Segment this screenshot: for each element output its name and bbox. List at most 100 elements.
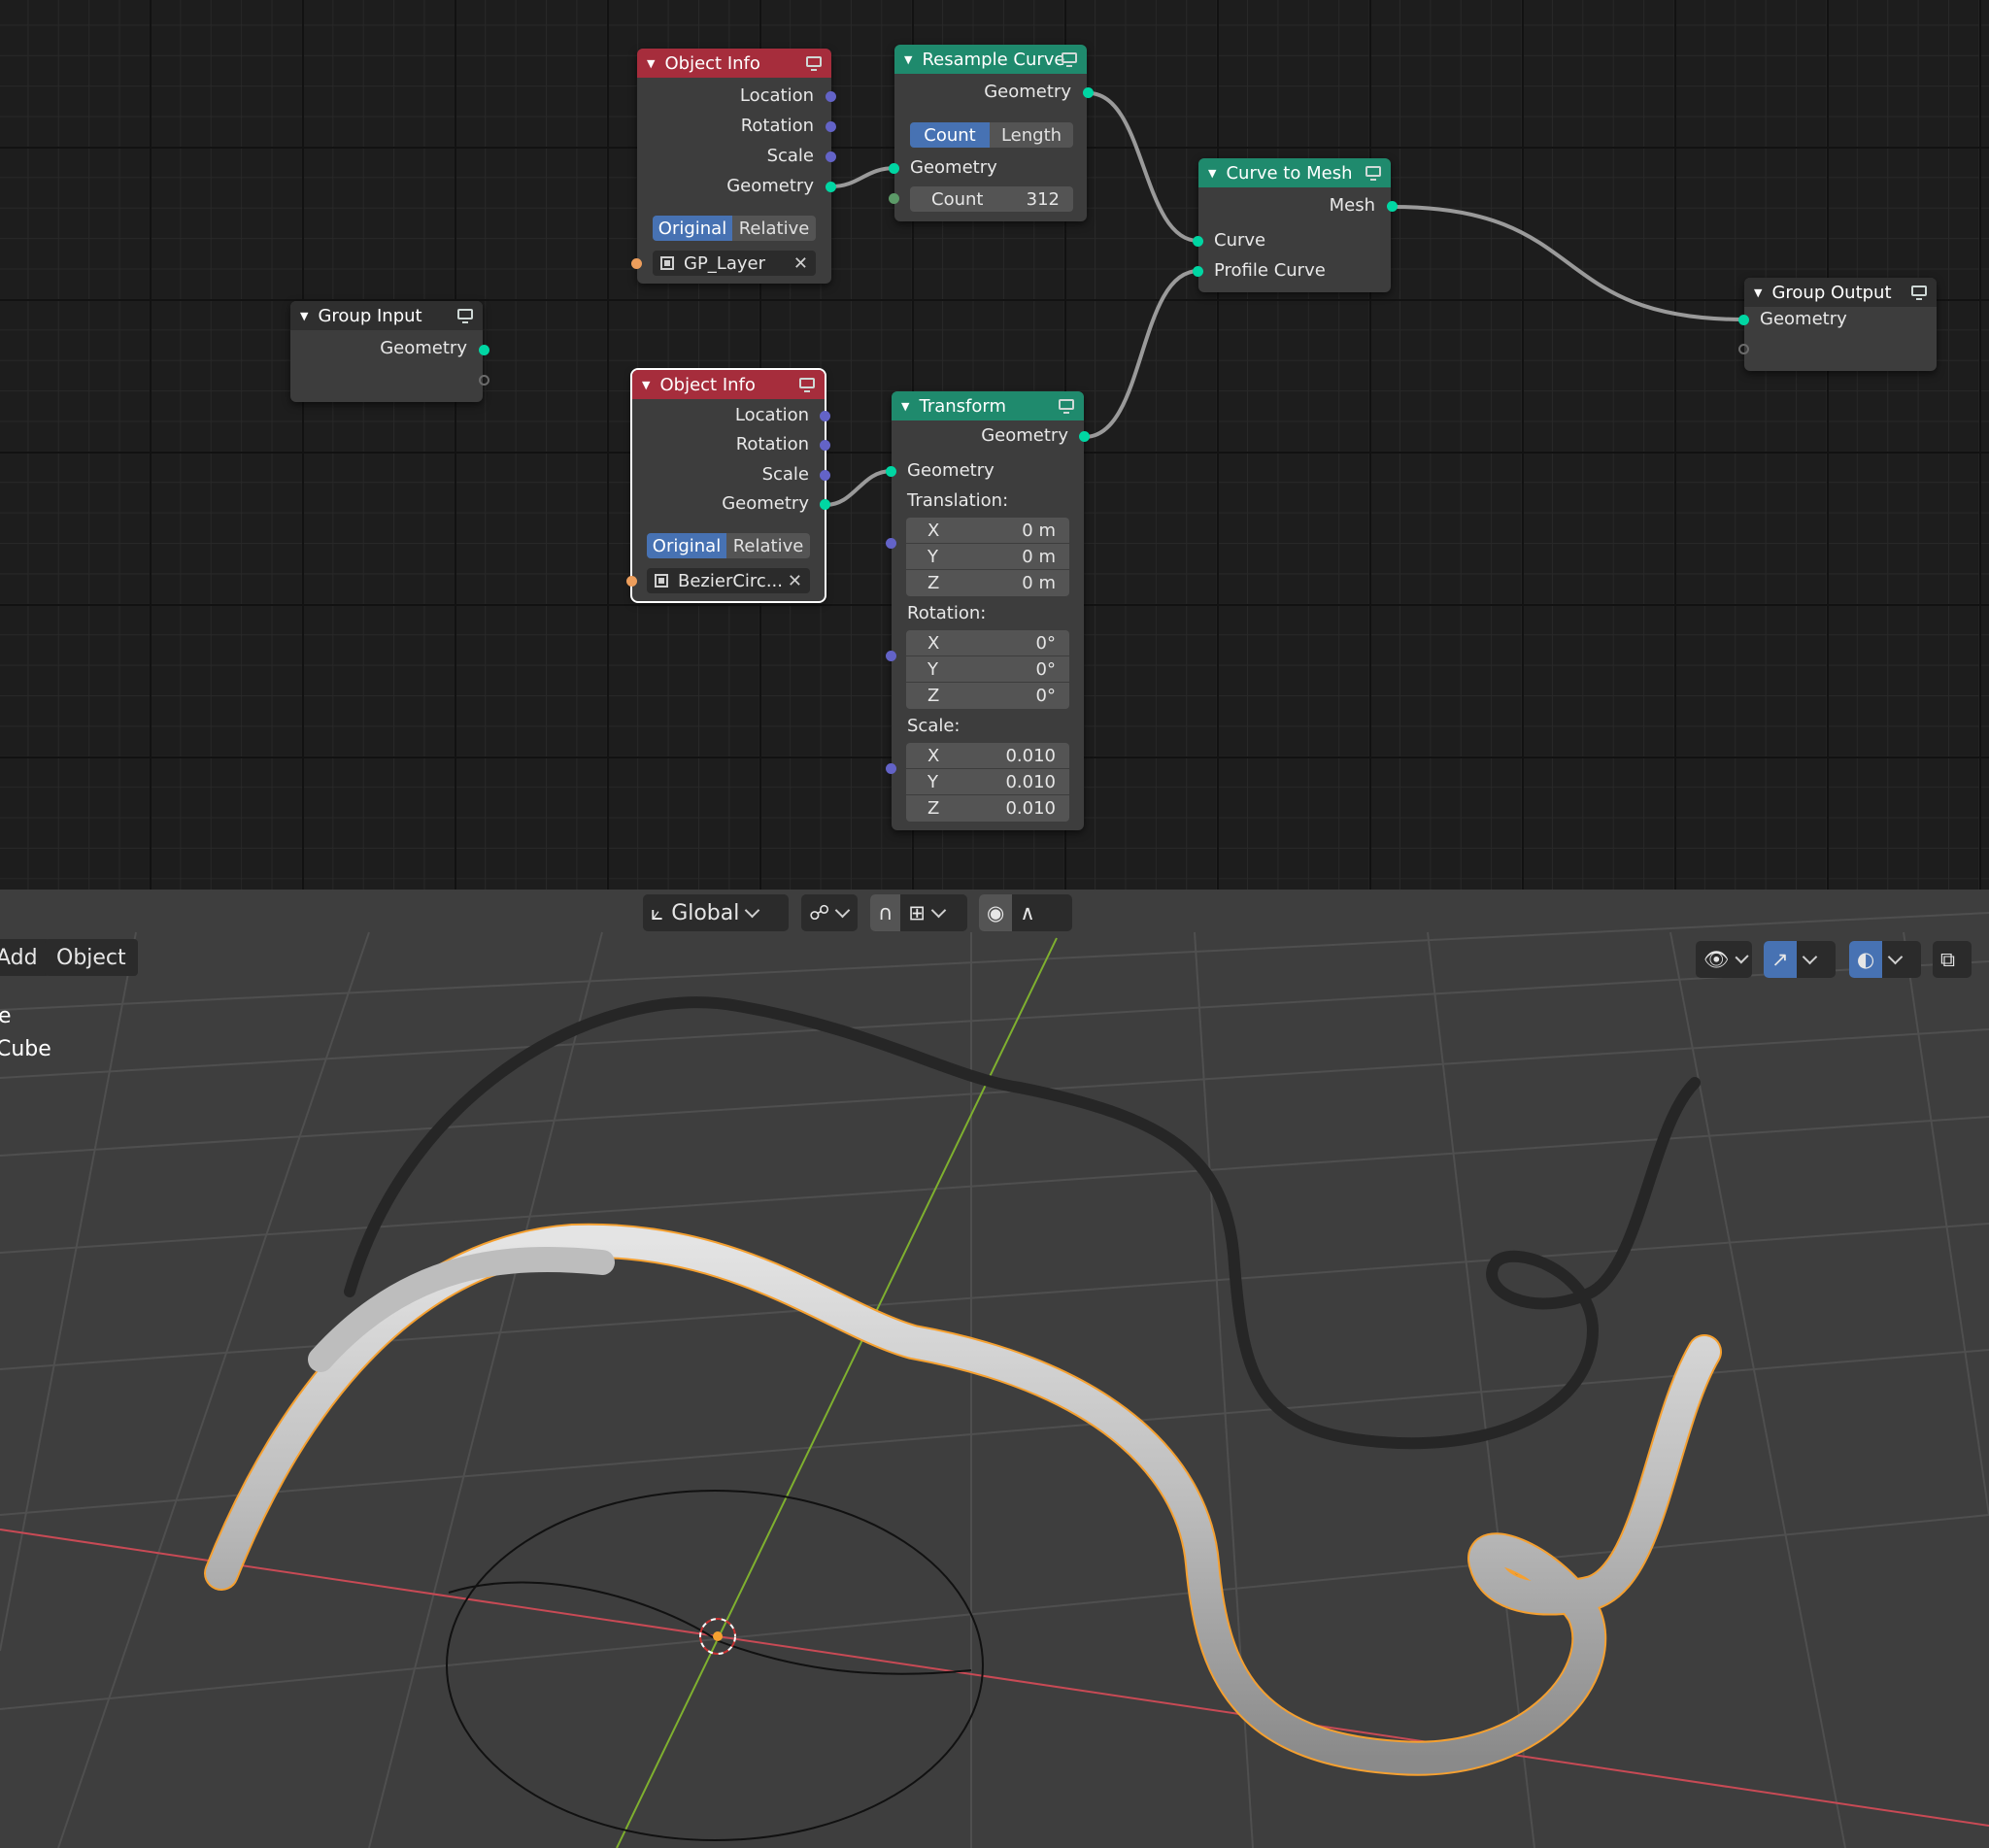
preview-icon[interactable] [457, 309, 473, 323]
scale-y-field[interactable]: Y 0.010 [906, 769, 1069, 795]
group-input-node[interactable]: ▼ Group Input Geometry [290, 301, 489, 402]
object-input-socket[interactable] [631, 258, 642, 269]
object-input-socket[interactable] [626, 576, 637, 587]
snap-increment-icon[interactable]: ⊞ [900, 894, 933, 931]
length-mode-button[interactable]: Length [990, 122, 1073, 148]
axis-label: Y [927, 771, 938, 792]
rotation-output-socket[interactable] [826, 121, 836, 132]
geometry-input-socket[interactable] [889, 163, 899, 174]
collapse-arrow-icon[interactable]: ▼ [901, 400, 909, 413]
falloff-curve-icon[interactable]: ∧ [1012, 894, 1042, 931]
resample-curve-node[interactable]: ▼ Resample Curve Geometry Count Length G… [889, 45, 1094, 221]
curve-to-mesh-node[interactable]: ▼ Curve to Mesh Mesh Curve Profile Curve [1193, 158, 1398, 292]
geometry-input-socket[interactable] [1738, 315, 1749, 325]
scale-output-socket[interactable] [820, 470, 830, 481]
preview-icon[interactable] [806, 56, 822, 71]
3d-viewport[interactable]: ⟀ Global ☍ ∩ ⊞ ◉ ∧ Add Object e Cube 👁 ↗… [0, 890, 1989, 1848]
chevron-down-icon [835, 902, 851, 919]
rotation-output-socket[interactable] [820, 440, 830, 451]
group-output-node[interactable]: ▼ Group Output Geometry [1738, 278, 1937, 371]
node-header[interactable]: ▼ Group Output [1744, 278, 1937, 307]
collapse-arrow-icon[interactable]: ▼ [647, 57, 655, 70]
input-geometry-label: Geometry [1760, 309, 1847, 329]
object-info-node-gp-layer[interactable]: ▼ Object Info Location Rotation Scale Ge… [631, 49, 836, 284]
relative-button[interactable]: Relative [732, 216, 816, 241]
overlays-dropdown[interactable]: ◐ [1849, 941, 1921, 978]
geometry-output-socket[interactable] [820, 499, 830, 510]
count-input-socket[interactable] [889, 193, 899, 204]
node-header[interactable]: ▼ Resample Curve [894, 45, 1087, 74]
scale-output-socket[interactable] [826, 151, 836, 162]
scale-input-socket[interactable] [886, 763, 896, 774]
profile-curve-input-socket[interactable] [1193, 266, 1203, 277]
rotation-z-field[interactable]: Z 0° [906, 683, 1069, 709]
curve-input-socket[interactable] [1193, 236, 1203, 247]
object-icon [655, 574, 668, 588]
collapse-arrow-icon[interactable]: ▼ [1208, 167, 1216, 180]
node-title: Group Input [318, 305, 422, 326]
chevron-down-icon[interactable] [930, 902, 947, 919]
orientation-axis-icon: ⟀ [651, 900, 664, 925]
geometry-input-socket[interactable] [886, 466, 896, 477]
add-menu[interactable]: Add [0, 939, 50, 976]
axis-label: X [927, 520, 940, 541]
object-field[interactable]: BezierCirc... ✕ [647, 568, 810, 593]
rotation-input-socket[interactable] [886, 651, 896, 661]
snap-magnet-icon[interactable]: ∩ [870, 894, 901, 931]
preview-icon[interactable] [799, 378, 815, 392]
mesh-output-socket[interactable] [1387, 201, 1398, 212]
collapse-arrow-icon[interactable]: ▼ [642, 379, 650, 391]
node-editor[interactable]: ▼ Object Info Location Rotation Scale Ge… [0, 0, 1989, 890]
xray-toggle[interactable]: ⧉ [1933, 941, 1972, 978]
count-mode-button[interactable]: Count [910, 122, 990, 148]
proportional-editing-icon[interactable]: ◉ [979, 894, 1013, 931]
rotation-y-field[interactable]: Y 0° [906, 656, 1069, 683]
node-header[interactable]: ▼ Transform [892, 391, 1084, 420]
rotation-x-field[interactable]: X 0° [906, 630, 1069, 656]
translation-x-field[interactable]: X 0 m [906, 518, 1069, 544]
node-header[interactable]: ▼ Group Input [290, 301, 483, 330]
tube-mesh [204, 1223, 1722, 1776]
gizmo-dropdown[interactable]: ↗ [1764, 941, 1836, 978]
translation-z-field[interactable]: Z 0 m [906, 570, 1069, 596]
collapse-arrow-icon[interactable]: ▼ [300, 310, 308, 322]
clear-object-icon[interactable]: ✕ [793, 253, 808, 274]
scale-z-field[interactable]: Z 0.010 [906, 795, 1069, 822]
pivot-point-dropdown[interactable]: ☍ [801, 894, 858, 931]
preview-icon[interactable] [1062, 52, 1077, 67]
empty-output-socket[interactable] [479, 375, 489, 386]
axis-label: Z [927, 798, 940, 819]
scale-x-field[interactable]: X 0.010 [906, 743, 1069, 769]
transform-orientation-dropdown[interactable]: ⟀ Global [643, 894, 789, 931]
object-field[interactable]: GP_Layer ✕ [653, 251, 816, 276]
relative-button[interactable]: Relative [726, 533, 810, 558]
node-header[interactable]: ▼ Curve to Mesh [1198, 158, 1391, 187]
collapse-arrow-icon[interactable]: ▼ [904, 53, 912, 66]
empty-input-socket[interactable] [1738, 344, 1749, 354]
preview-icon[interactable] [1911, 286, 1927, 300]
transform-node[interactable]: ▼ Transform Geometry Geometry Translatio… [886, 391, 1090, 830]
object-info-node-bezier-circle[interactable]: ▼ Object Info Location Rotation Scale Ge… [626, 368, 830, 603]
location-output-socket[interactable] [826, 91, 836, 102]
geometry-output-socket[interactable] [1079, 431, 1090, 442]
translation-input-socket[interactable] [886, 538, 896, 549]
original-button[interactable]: Original [647, 533, 726, 558]
transform-space-toggle: Original Relative [653, 216, 816, 241]
geometry-output-socket[interactable] [1083, 87, 1094, 98]
object-menu[interactable]: Object [45, 939, 138, 976]
preview-icon[interactable] [1365, 166, 1381, 181]
location-output-socket[interactable] [820, 411, 830, 421]
collapse-arrow-icon[interactable]: ▼ [1754, 286, 1762, 299]
geometry-output-socket[interactable] [479, 345, 489, 355]
visibility-dropdown[interactable]: 👁 [1696, 941, 1752, 978]
translation-y-field[interactable]: Y 0 m [906, 544, 1069, 570]
count-field[interactable]: Count 312 [910, 186, 1073, 212]
node-header[interactable]: ▼ Object Info [637, 49, 831, 78]
output-geometry-label: Geometry [726, 176, 814, 196]
node-header[interactable]: ▼ Object Info [632, 370, 825, 399]
preview-icon[interactable] [1059, 399, 1074, 414]
chevron-down-icon [1888, 949, 1904, 965]
original-button[interactable]: Original [653, 216, 732, 241]
clear-object-icon[interactable]: ✕ [788, 571, 802, 591]
geometry-output-socket[interactable] [826, 182, 836, 192]
